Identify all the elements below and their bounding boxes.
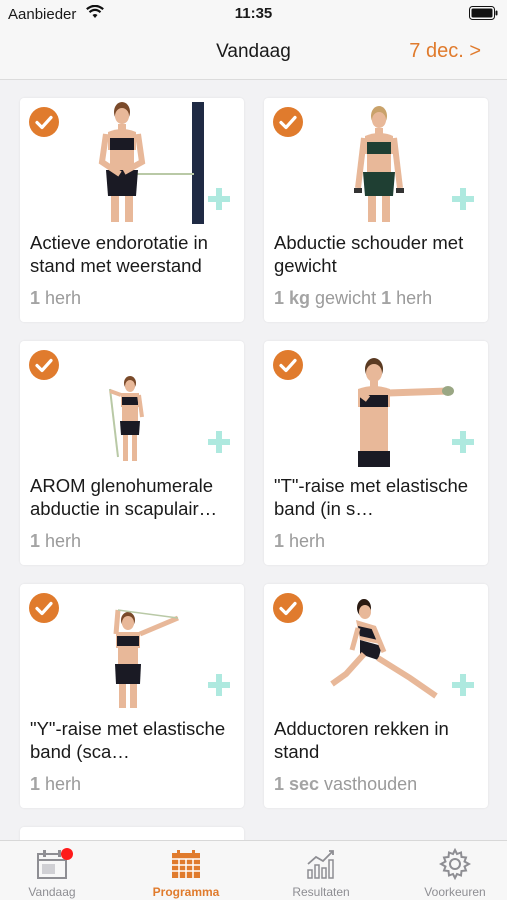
exercise-title: "T"-raise met elastische band (in s… bbox=[274, 475, 469, 519]
exercise-illustration bbox=[113, 609, 179, 708]
dosage-value: 1 kg bbox=[274, 288, 311, 308]
exercise-card[interactable]: AROM glenohumerale abductie in scapulair… bbox=[20, 341, 244, 565]
exercise-grid[interactable]: Actieve endorotatie in stand met weersta… bbox=[0, 80, 507, 840]
exercise-illustration bbox=[109, 376, 144, 461]
check-icon[interactable] bbox=[28, 592, 60, 624]
exercise-illustration bbox=[330, 599, 438, 699]
status-bar: Aanbieder 11:35 bbox=[0, 0, 507, 28]
dosage-value: 1 bbox=[30, 774, 41, 794]
check-icon[interactable] bbox=[28, 349, 60, 381]
tab-bar: Vandaag Programma Resultaten Voorkeuren bbox=[0, 840, 507, 900]
exercise-title: "Y"-raise met elastische band (sca… bbox=[30, 718, 226, 762]
navigation-bar: Vandaag 7 dec. > bbox=[0, 28, 507, 80]
exercise-dosage: 1 sec vasthouden bbox=[274, 774, 417, 795]
exercise-dosage: 1 kg gewicht 1 herh bbox=[274, 288, 432, 309]
dosage-unit: vasthouden bbox=[319, 774, 418, 794]
tab-label: Programma bbox=[152, 885, 220, 899]
tab-label: Resultaten bbox=[292, 885, 350, 899]
add-icon[interactable] bbox=[452, 674, 474, 696]
tab-label: Voorkeuren bbox=[424, 885, 486, 899]
exercise-dosage: 1 herh bbox=[30, 288, 81, 309]
tab-programma[interactable]: Programma bbox=[123, 841, 249, 900]
dosage-unit-2: herh bbox=[391, 288, 433, 308]
dosage-unit: herh bbox=[40, 531, 82, 551]
tab-resultaten[interactable]: Resultaten bbox=[258, 841, 384, 900]
add-icon[interactable] bbox=[452, 188, 474, 210]
check-icon[interactable] bbox=[272, 106, 304, 138]
add-icon[interactable] bbox=[208, 431, 230, 453]
exercise-illustration bbox=[357, 358, 454, 467]
battery-icon bbox=[469, 6, 499, 24]
notification-badge bbox=[61, 848, 73, 860]
dosage-value: 1 sec bbox=[274, 774, 320, 794]
exercise-dosage: 1 herh bbox=[30, 531, 81, 552]
exercise-illustration bbox=[98, 102, 204, 224]
tab-voorkeuren[interactable]: Voorkeuren bbox=[392, 841, 507, 900]
dosage-value-2: 1 bbox=[381, 288, 392, 308]
check-icon[interactable] bbox=[28, 106, 60, 138]
add-icon[interactable] bbox=[452, 431, 474, 453]
dosage-value: 1 bbox=[30, 531, 41, 551]
dosage-value: 1 bbox=[274, 531, 285, 551]
add-icon[interactable] bbox=[208, 674, 230, 696]
exercise-card[interactable]: Actieve endorotatie in stand met weersta… bbox=[20, 98, 244, 322]
dosage-unit: herh bbox=[40, 774, 82, 794]
tab-label: Vandaag bbox=[28, 885, 76, 899]
exercise-card[interactable] bbox=[20, 827, 244, 840]
add-icon[interactable] bbox=[208, 188, 230, 210]
dosage-unit: gewicht bbox=[310, 288, 382, 308]
chart-icon bbox=[307, 850, 334, 879]
exercise-title: Actieve endorotatie in stand met weersta… bbox=[30, 232, 208, 276]
exercise-card[interactable]: Abductie schouder met gewicht 1 kg gewic… bbox=[264, 98, 488, 322]
exercise-card[interactable]: "T"-raise met elastische band (in s… 1 h… bbox=[264, 341, 488, 565]
exercise-dosage: 1 herh bbox=[30, 774, 81, 795]
dosage-unit: herh bbox=[284, 531, 326, 551]
exercise-card[interactable]: Adductoren rekken in stand 1 sec vasthou… bbox=[264, 584, 488, 808]
exercise-title: Abductie schouder met gewicht bbox=[274, 232, 464, 276]
exercise-card[interactable]: "Y"-raise met elastische band (sca… 1 he… bbox=[20, 584, 244, 808]
tab-vandaag[interactable]: Vandaag bbox=[0, 841, 115, 900]
check-icon[interactable] bbox=[272, 592, 304, 624]
exercise-title: Adductoren rekken in stand bbox=[274, 718, 449, 762]
check-icon[interactable] bbox=[272, 349, 304, 381]
dosage-unit: herh bbox=[40, 288, 82, 308]
exercise-title: AROM glenohumerale abductie in scapulair… bbox=[30, 475, 218, 519]
schedule-grid-icon bbox=[172, 850, 200, 878]
clock: 11:35 bbox=[234, 5, 273, 22]
exercise-illustration bbox=[354, 106, 404, 222]
dosage-value: 1 bbox=[30, 288, 41, 308]
gear-icon bbox=[439, 848, 471, 880]
next-date-button[interactable]: 7 dec. > bbox=[409, 40, 481, 63]
exercise-dosage: 1 herh bbox=[274, 531, 325, 552]
